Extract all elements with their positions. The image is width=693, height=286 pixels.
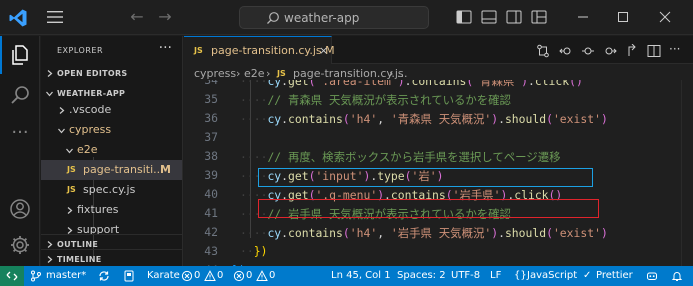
chevron-right-icon: ›: [389, 67, 394, 80]
problems-error-count[interactable]: 0: [246, 270, 252, 281]
tree-item-cypress[interactable]: cypress: [41, 120, 182, 140]
chevron-down-icon: [66, 148, 73, 154]
back-arrow-icon[interactable]: ←: [128, 8, 146, 26]
problems-warning-count[interactable]: 0: [269, 270, 275, 281]
chevron-right-icon: [67, 207, 73, 214]
prettier-check-icon: ✓: [583, 270, 592, 281]
karate-status[interactable]: Karate: [147, 270, 180, 281]
explorer-title: EXPLORER: [57, 46, 103, 55]
toggle-secondary-sidebar-icon[interactable]: [506, 10, 522, 24]
chevron-down-icon: [58, 128, 65, 134]
go-forward-change-icon[interactable]: [603, 44, 617, 58]
account-icon[interactable]: [9, 198, 31, 220]
search-view-icon[interactable]: [9, 84, 31, 106]
chevron-right-icon: ›: [236, 67, 241, 80]
vscode-logo-icon[interactable]: [8, 8, 28, 28]
chevron-right-icon: [47, 256, 53, 263]
copilot-icon[interactable]: [646, 270, 658, 282]
error-icon: [181, 270, 193, 282]
karate-warning-count: 0: [217, 270, 224, 281]
active-indicator: [0, 36, 2, 74]
indentation[interactable]: Spaces: 2: [397, 270, 446, 281]
search-text: weather-app: [284, 11, 360, 25]
chevron-right-icon: [59, 107, 65, 114]
search-icon: [267, 12, 279, 24]
highlight-box-red: [258, 199, 599, 218]
code-line[interactable]: 36 ····cy.contains('h4', '青森県 天気概況').sho…: [184, 108, 693, 128]
title-bar: ← → weather-app: [0, 0, 693, 35]
command-center-search[interactable]: weather-app: [239, 6, 429, 29]
status-bar: master* Karate 0 0 0 0 Ln 45, Col 1 Spac…: [0, 266, 693, 286]
tree-item-page-transition[interactable]: JS page-transiti... M: [41, 160, 182, 180]
breadcrumb-symbol[interactable]: ...: [397, 67, 408, 80]
forward-arrow-icon[interactable]: →: [156, 8, 174, 26]
menu-icon[interactable]: [46, 9, 64, 25]
remote-indicator[interactable]: [0, 266, 24, 286]
sync-icon[interactable]: [98, 270, 110, 282]
split-editor-icon[interactable]: [647, 44, 661, 58]
problems-warning-icon[interactable]: [256, 270, 268, 282]
toggle-panel-icon[interactable]: [481, 10, 497, 24]
source-control-compare-icon[interactable]: [536, 44, 550, 58]
code-line[interactable]: 42 ····cy.contains('h4', '岩手県 天気概況').sho…: [184, 222, 693, 242]
chevron-down-icon: [46, 91, 53, 97]
explorer-icon[interactable]: [9, 44, 31, 66]
karate-error-count: 0: [194, 270, 201, 281]
end-of-line[interactable]: LF: [490, 270, 501, 281]
breadcrumb-e2e[interactable]: e2e: [244, 67, 265, 80]
explorer-sidebar: EXPLORER ··· OPEN EDITORS WEATHER-APP .v…: [41, 36, 183, 266]
js-file-icon: JS: [277, 69, 286, 78]
notifications-bell-icon[interactable]: [671, 270, 683, 282]
tree-item-fixtures[interactable]: fixtures: [41, 200, 182, 220]
warning-icon: [204, 270, 216, 281]
breadcrumb-cypress[interactable]: cypress: [194, 67, 236, 80]
modified-badge: M: [160, 163, 171, 176]
tree-item-vscode[interactable]: .vscode: [41, 100, 182, 120]
language-mode[interactable]: JavaScript: [527, 270, 577, 281]
customize-layout-icon[interactable]: [531, 10, 547, 24]
manage-gear-icon[interactable]: [9, 234, 31, 256]
code-line[interactable]: 37: [184, 127, 693, 147]
tree-item-e2e[interactable]: e2e: [41, 140, 182, 160]
breadcrumb-file[interactable]: page-transition.cy.js: [293, 67, 404, 80]
close-window-icon[interactable]: [656, 8, 674, 26]
go-back-change-icon[interactable]: [559, 44, 573, 58]
more-editor-actions-icon[interactable]: ···: [669, 43, 683, 58]
maximize-icon[interactable]: [614, 8, 632, 26]
toggle-primary-sidebar-icon[interactable]: [456, 10, 472, 24]
prettier-status[interactable]: Prettier: [596, 270, 633, 281]
more-views-icon[interactable]: ···: [9, 124, 31, 146]
code-line[interactable]: 43 ··}): [184, 241, 693, 261]
editor-tab-bar: JS page-transition.cy.js M × ···: [184, 36, 693, 64]
minimap[interactable]: [681, 80, 693, 266]
js-file-icon: JS: [67, 185, 76, 194]
remote-icon: [6, 271, 18, 281]
highlight-box-blue: [258, 168, 593, 187]
timeline-section[interactable]: TIMELINE: [41, 249, 182, 266]
tab-page-transition[interactable]: JS page-transition.cy.js M ×: [184, 36, 335, 64]
more-actions-icon[interactable]: ···: [159, 40, 172, 56]
problems-error-icon[interactable]: [233, 270, 245, 282]
branch-name[interactable]: master*: [46, 270, 86, 281]
code-line[interactable]: 35 ····// 青森県 天気概況が表示されているかを確認: [184, 89, 693, 109]
ports-icon[interactable]: [123, 270, 135, 282]
branch-icon: [31, 270, 41, 282]
chevron-right-icon: ›: [266, 67, 271, 80]
open-changes-icon[interactable]: [625, 44, 639, 58]
chevron-right-icon: [47, 241, 53, 248]
tree-item-spec[interactable]: JS spec.cy.js: [41, 180, 182, 200]
chevron-right-icon: [47, 70, 53, 77]
js-file-icon: JS: [194, 46, 203, 55]
open-editors-section[interactable]: OPEN EDITORS: [41, 64, 182, 84]
timeline-dot-icon[interactable]: [581, 44, 595, 58]
minimize-icon[interactable]: [574, 8, 592, 26]
encoding[interactable]: UTF-8: [451, 270, 480, 281]
code-line[interactable]: 38 ····// 再度、検索ボックスから岩手県を選択してページ遷移: [184, 146, 693, 166]
js-file-icon: JS: [67, 165, 76, 174]
activity-bar: ···: [0, 36, 40, 266]
tab-label: page-transition.cy.js M: [211, 44, 335, 57]
close-tab-icon[interactable]: ×: [319, 44, 328, 57]
cursor-position[interactable]: Ln 45, Col 1: [331, 270, 391, 281]
language-braces-icon: {}: [514, 270, 527, 281]
